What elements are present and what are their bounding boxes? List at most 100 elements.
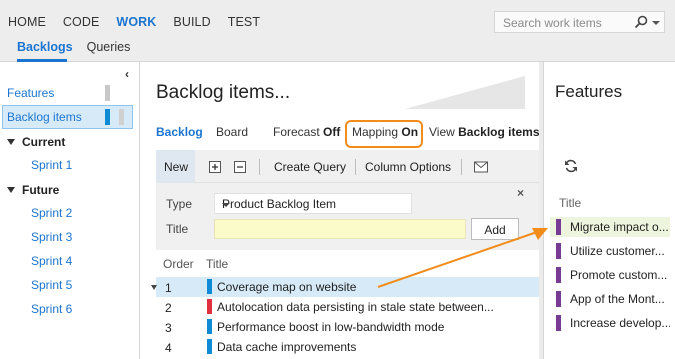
nav-work[interactable]: WORK xyxy=(116,15,156,29)
forecast-toggle[interactable]: Forecast Off xyxy=(273,125,340,139)
nav-home[interactable]: HOME xyxy=(8,15,46,29)
column-header-order[interactable]: Order xyxy=(163,257,194,271)
view-label: View xyxy=(429,125,455,139)
row-expand-triangle-icon[interactable] xyxy=(151,285,157,290)
refresh-icon[interactable] xyxy=(564,159,578,173)
view-selector[interactable]: View Backlog items xyxy=(429,125,540,139)
feature-title[interactable]: Promote custom... xyxy=(570,268,670,282)
tab-backlog[interactable]: Backlog xyxy=(156,125,203,139)
feature-color-bar xyxy=(556,243,561,259)
chevron-down-icon[interactable] xyxy=(652,21,660,25)
mapping-callout-highlight xyxy=(345,120,423,148)
feature-title[interactable]: Increase develop... xyxy=(570,316,670,330)
tab-board[interactable]: Board xyxy=(216,125,248,139)
type-select[interactable]: Product Backlog Item xyxy=(214,193,412,214)
group-label: Future xyxy=(22,183,60,197)
table-row[interactable]: 4 Data cache improvements xyxy=(156,337,539,357)
feature-title[interactable]: App of the Mont... xyxy=(570,292,670,306)
feature-item[interactable]: App of the Mont... xyxy=(550,289,670,309)
sprint-link[interactable]: Sprint 3 xyxy=(31,230,72,244)
work-item-color-bar xyxy=(207,299,212,314)
forecast-value: Off xyxy=(323,125,341,139)
email-icon[interactable] xyxy=(474,161,488,173)
new-button-label: New xyxy=(164,160,189,174)
backlog-navigation-pane: ‹ Features Backlog items Current Sprint … xyxy=(0,62,140,359)
add-button-label: Add xyxy=(484,223,506,237)
work-item-color-bar xyxy=(207,319,212,334)
new-button[interactable]: New xyxy=(156,150,195,183)
search-icon[interactable] xyxy=(633,14,649,30)
expand-triangle-icon[interactable] xyxy=(7,187,15,193)
level-color-bar xyxy=(105,85,110,101)
toolbar-divider xyxy=(461,159,462,175)
toolbar-divider xyxy=(355,159,356,175)
feature-title[interactable]: Migrate impact o... xyxy=(570,220,670,234)
tab-backlogs[interactable]: Backlogs xyxy=(17,40,73,54)
add-button[interactable]: Add xyxy=(471,218,519,240)
table-row[interactable]: 2 Autolocation data persisting in stale … xyxy=(156,297,539,317)
top-nav: HOME CODE WORK BUILD TEST xyxy=(8,15,277,29)
add-item-panel: × Type Product Backlog Item Title Add xyxy=(156,183,539,250)
column-header-title[interactable]: Title xyxy=(206,257,228,271)
feature-color-bar xyxy=(556,291,561,307)
tab-queries[interactable]: Queries xyxy=(87,40,131,54)
sprint-link[interactable]: Sprint 1 xyxy=(31,158,72,172)
mapping-pane-title: Features xyxy=(555,82,623,101)
table-row[interactable]: 1 Coverage map on website xyxy=(156,277,539,297)
column-options-button[interactable]: Column Options xyxy=(365,160,451,174)
nav-code[interactable]: CODE xyxy=(63,15,100,29)
column-header-title: Title xyxy=(559,196,582,210)
group-future[interactable]: Future xyxy=(7,183,59,197)
search-input[interactable]: Search work items xyxy=(503,16,602,30)
create-query-button[interactable]: Create Query xyxy=(274,160,346,174)
collapse-icon[interactable] xyxy=(234,161,246,173)
row-order: 3 xyxy=(165,321,172,335)
chevron-down-icon[interactable] xyxy=(222,203,230,207)
work-item-color-bar xyxy=(207,339,212,354)
close-icon[interactable]: × xyxy=(517,186,524,200)
search-box[interactable]: Search work items xyxy=(494,11,665,33)
expand-icon[interactable] xyxy=(209,161,221,173)
level-backlog-items[interactable]: Backlog items xyxy=(7,110,82,124)
level-color-bar xyxy=(105,109,110,125)
nav-build[interactable]: BUILD xyxy=(173,15,210,29)
row-order: 4 xyxy=(165,341,172,355)
row-title[interactable]: Data cache improvements xyxy=(217,340,356,354)
top-bar: HOME CODE WORK BUILD TEST Search work it… xyxy=(0,0,675,62)
page-title: Backlog items... xyxy=(156,82,291,103)
feature-item[interactable]: Utilize customer... xyxy=(550,241,670,261)
row-title[interactable]: Coverage map on website xyxy=(217,280,356,294)
sub-nav: Backlogs Queries xyxy=(17,40,144,54)
work-item-color-bar xyxy=(207,279,212,294)
feature-item[interactable]: Migrate impact o... xyxy=(550,217,670,237)
group-current[interactable]: Current xyxy=(7,135,65,149)
sprint-link[interactable]: Sprint 6 xyxy=(31,302,72,316)
view-value: Backlog items xyxy=(458,125,540,139)
row-order: 1 xyxy=(165,281,172,295)
feature-title[interactable]: Utilize customer... xyxy=(570,244,670,258)
velocity-wedge-graphic xyxy=(405,76,525,109)
title-label: Title xyxy=(166,222,189,236)
forecast-label: Forecast xyxy=(273,125,320,139)
table-row[interactable]: 3 Performance boost in low-bandwidth mod… xyxy=(156,317,539,337)
sprint-link[interactable]: Sprint 2 xyxy=(31,206,72,220)
row-title[interactable]: Performance boost in low-bandwidth mode xyxy=(217,320,444,334)
collapse-pane-icon[interactable]: ‹ xyxy=(125,67,129,81)
backlog-toolbar: New Create Query Column Options xyxy=(156,150,539,183)
feature-color-bar xyxy=(556,315,561,331)
expand-triangle-icon[interactable] xyxy=(7,139,15,145)
level-color-bar xyxy=(119,109,124,125)
level-features[interactable]: Features xyxy=(7,86,54,100)
nav-test[interactable]: TEST xyxy=(228,15,260,29)
title-input[interactable] xyxy=(214,219,466,239)
feature-item[interactable]: Promote custom... xyxy=(550,265,670,285)
feature-color-bar xyxy=(556,267,561,283)
sprint-link[interactable]: Sprint 5 xyxy=(31,278,72,292)
sprint-link[interactable]: Sprint 4 xyxy=(31,254,72,268)
mapping-pane: Features Title Migrate impact o... Utili… xyxy=(543,62,675,359)
type-label: Type xyxy=(166,197,193,211)
row-title[interactable]: Autolocation data persisting in stale st… xyxy=(217,300,494,314)
type-select-value: Product Backlog Item xyxy=(222,197,337,211)
feature-item[interactable]: Increase develop... xyxy=(550,313,670,333)
toolbar-divider xyxy=(259,159,260,175)
